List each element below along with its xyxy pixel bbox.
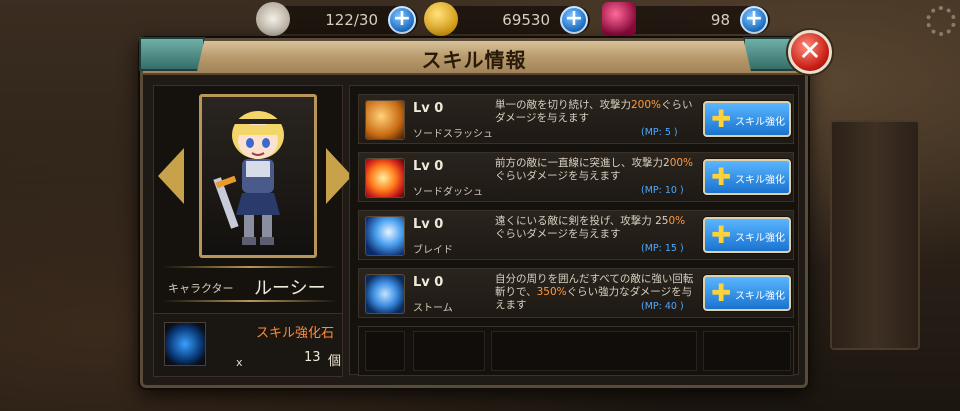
gear-icon[interactable] [926,6,956,36]
plus-icon: ✚ [711,105,732,133]
add-gold-button[interactable]: + [560,6,588,34]
skill-upgrade-button[interactable]: ✚ スキル強化 [703,217,791,253]
skill-mp-cost: (MP: 10 ) [641,185,684,196]
skill-row: Lv 0 ソードダッシュ 前方の敵に一直線に突進し、攻撃力200%ぐらいダメージ… [358,152,794,202]
enhance-stone-icon [164,322,206,366]
character-name: ルーシー [254,278,326,299]
window-title: スキル情報 [421,48,527,72]
skill-name: ソードスラッシュ [413,129,493,140]
gem-value: 98 [710,11,730,29]
wing-icon [256,2,290,36]
enhance-stone-count: 13 [304,350,321,365]
empty-slot [491,331,697,371]
gem-counter: 98 + [602,2,770,36]
empty-slot [413,331,485,371]
gold-coin-icon [424,2,458,36]
close-button[interactable]: ✕ [788,30,832,74]
plus-icon: ✚ [711,163,732,191]
plus-icon: ✚ [711,221,732,249]
skill-upgrade-button[interactable]: ✚ スキル強化 [703,275,791,311]
skill-level: Lv 0 [413,275,444,290]
enhance-stone-multiplier: x [236,356,243,369]
empty-skill-row [358,326,794,376]
skill-mp-cost: (MP: 40 ) [641,301,684,312]
enhance-stone-box: スキル強化石 x 13 個 [153,313,343,377]
skill-name: ストーム [413,303,453,314]
skill-description: 遠くにいる敵に剣を投げ、攻撃力 250%ぐらいダメージを与えます [495,215,686,240]
skill-info-panel: スキル情報 キャラクター ルーシー スキル強化石 x 13 個 Lv 0 ソード… [139,37,808,388]
stamina-counter: 122/30 + [256,2,418,36]
background-door [830,120,920,350]
chibi-knight-icon [213,111,284,245]
blade-throw-icon [365,216,405,256]
skill-mp-cost: (MP: 15 ) [641,243,684,254]
skill-list: Lv 0 ソードスラッシュ 単一の敵を切り続け、攻撃力200%ぐらいダメージを与… [349,85,799,376]
skill-name: ソードダッシュ [413,187,483,198]
character-label: キャラクター [168,282,234,295]
prev-character-arrow-icon[interactable] [158,148,184,204]
skill-upgrade-button[interactable]: ✚ スキル強化 [703,101,791,137]
gold-counter: 69530 + [424,2,590,36]
skill-upgrade-button[interactable]: ✚ スキル強化 [703,159,791,195]
skill-row: Lv 0 ソードスラッシュ 単一の敵を切り続け、攻撃力200%ぐらいダメージを与… [358,94,794,144]
sword-dash-icon [365,158,405,198]
skill-row: Lv 0 ストーム 自分の周りを囲んだすべての敵に強い回転斬りで、350%ぐらい… [358,268,794,318]
storm-spin-icon [365,274,405,314]
divider-top [162,266,338,268]
stamina-value: 122/30 [325,11,378,29]
title-bar: スキル情報 [139,37,805,75]
skill-level: Lv 0 [413,217,444,232]
skill-name: ブレイド [413,245,453,256]
empty-slot [365,331,405,371]
add-gem-button[interactable]: + [740,6,768,34]
enhance-stone-unit: 個 [328,354,342,369]
skill-mp-cost: (MP: 5 ) [641,127,678,138]
ruby-gem-icon [602,2,636,36]
character-portrait [199,94,317,258]
plus-icon: ✚ [711,279,732,307]
sword-slash-icon [365,100,405,140]
skill-level: Lv 0 [413,101,444,116]
skill-row: Lv 0 ブレイド 遠くにいる敵に剣を投げ、攻撃力 250%ぐらいダメージを与え… [358,210,794,260]
skill-level: Lv 0 [413,159,444,174]
divider-bottom [162,300,338,302]
add-stamina-button[interactable]: + [388,6,416,34]
skill-description: 前方の敵に一直線に突進し、攻撃力200%ぐらいダメージを与えます [495,157,694,182]
empty-slot [703,331,791,371]
enhance-stone-label: スキル強化石 [256,326,335,341]
skill-description: 単一の敵を切り続け、攻撃力200%ぐらいダメージを与えます [495,99,693,124]
gold-value: 69530 [502,11,550,29]
